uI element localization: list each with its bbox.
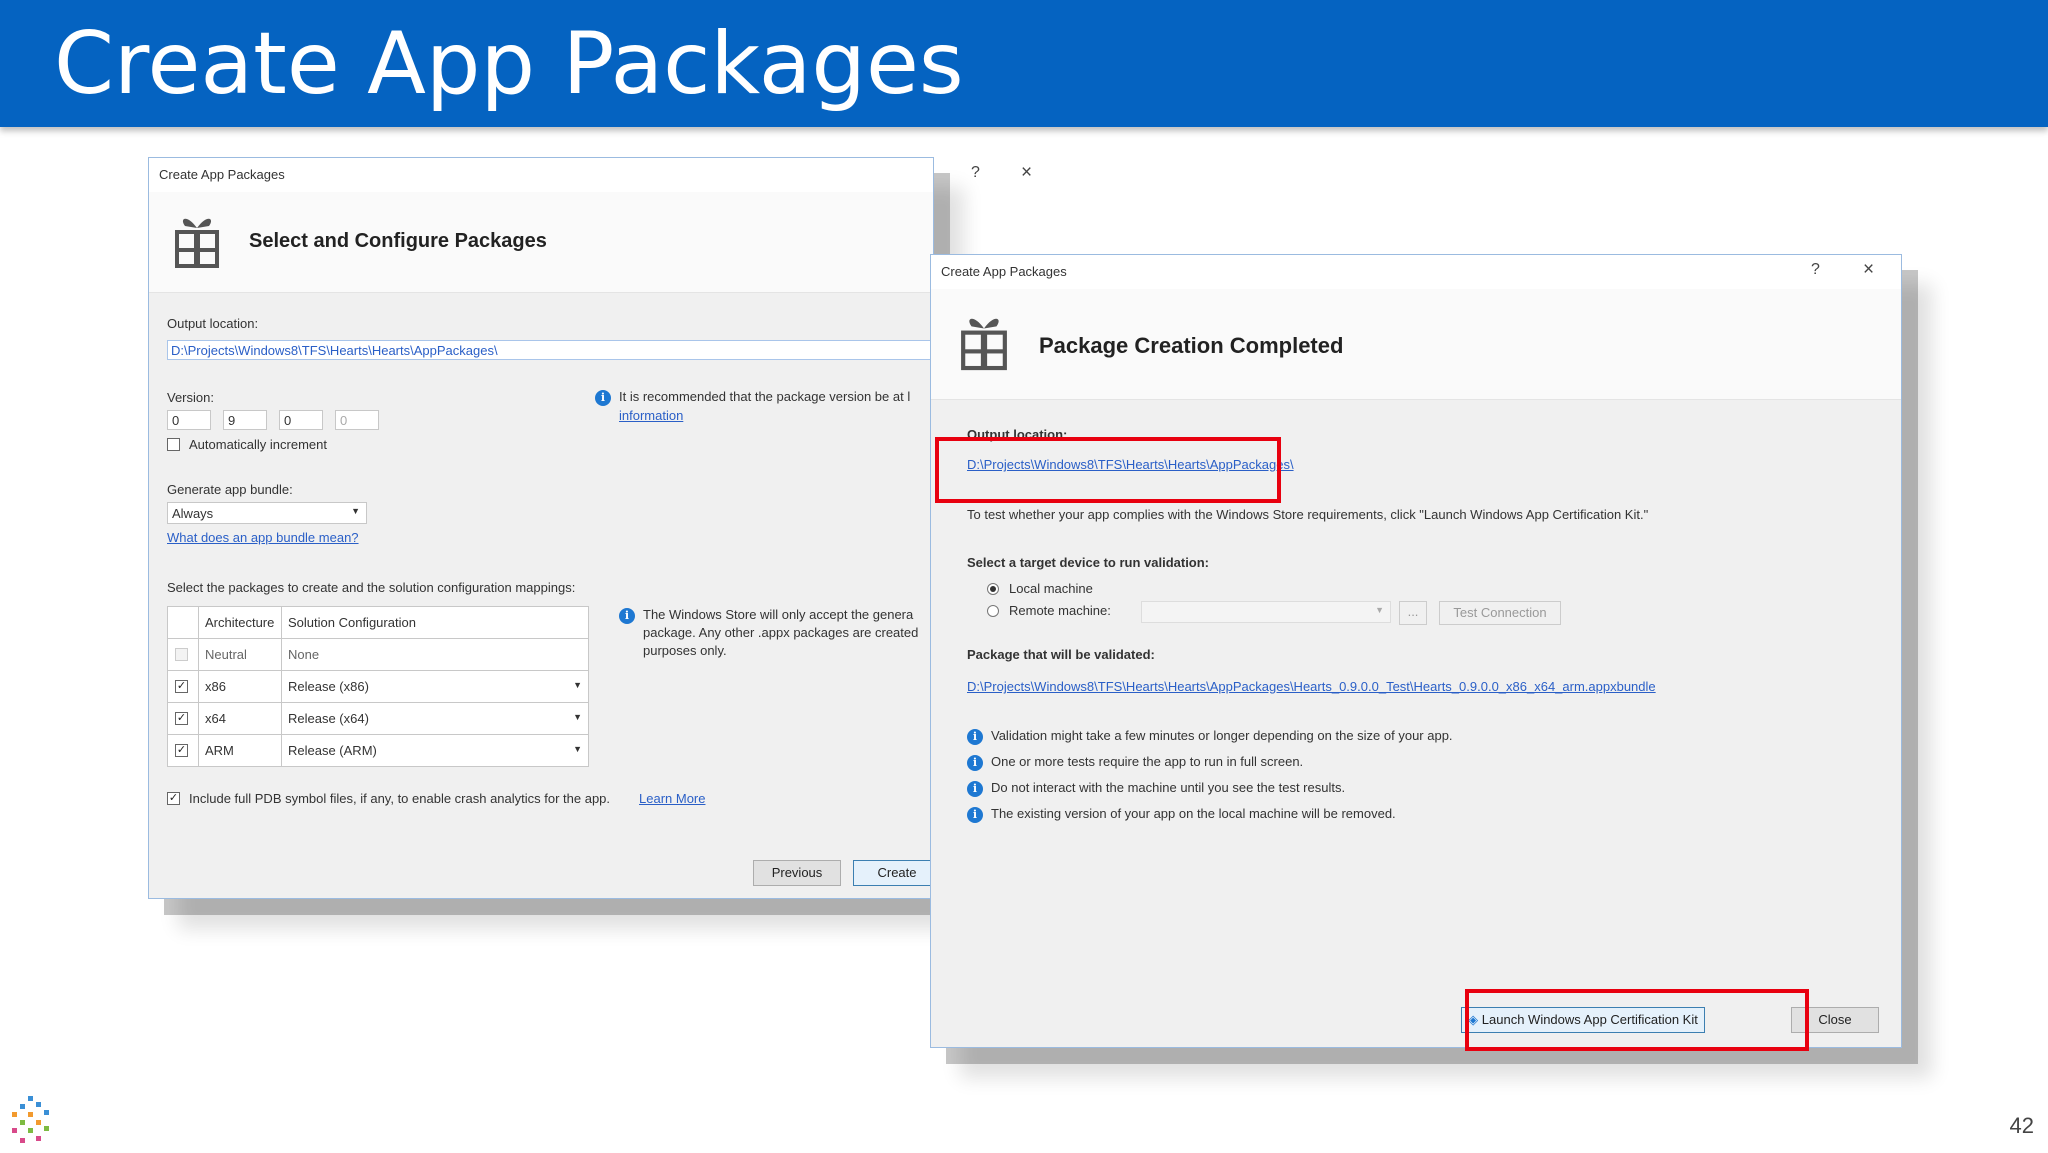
version-info-link[interactable]: information — [619, 408, 683, 423]
pdb-learn-more-link[interactable]: Learn More — [639, 791, 705, 806]
version-note: It is recommended that the package versi… — [619, 389, 911, 404]
version-revision-input[interactable]: 0 — [335, 410, 379, 430]
row-architecture: x64 — [198, 702, 282, 735]
packages-table: Architecture Solution Configuration Neut… — [167, 606, 589, 767]
chevron-down-icon: ▼ — [1375, 605, 1384, 615]
slide-title-bar: Create App Packages — [0, 0, 2048, 127]
create-button[interactable]: Create — [853, 860, 941, 886]
validation-note: One or more tests require the app to run… — [991, 754, 1304, 769]
chevron-down-icon: ▼ — [573, 744, 582, 754]
row-configuration-select[interactable]: Release (x86) ▼ — [281, 670, 589, 703]
version-build-input[interactable]: 0 — [279, 410, 323, 430]
package-gift-icon — [175, 218, 219, 268]
dialog-header: Select and Configure Packages — [149, 192, 933, 293]
table-row: Neutral None — [167, 638, 589, 671]
company-logo-icon — [12, 1096, 49, 1143]
row-configuration: Release (x86) — [288, 679, 369, 694]
table-row: ✓ ARM Release (ARM) ▼ — [167, 734, 589, 767]
info-icon: i — [967, 781, 983, 797]
target-device-label: Select a target device to run validation… — [967, 555, 1210, 570]
version-label: Version: — [167, 390, 214, 405]
info-icon: i — [967, 729, 983, 745]
dialog-heading: Select and Configure Packages — [249, 230, 547, 252]
row-configuration-select[interactable]: Release (ARM) ▼ — [281, 734, 589, 767]
bundle-select-value: Always — [172, 506, 214, 521]
close-icon[interactable]: × — [1021, 162, 1032, 184]
local-machine-label: Local machine — [1009, 581, 1093, 596]
version-minor-input[interactable]: 9 — [223, 410, 267, 430]
row-architecture: Neutral — [198, 638, 282, 671]
chevron-down-icon: ▼ — [573, 680, 582, 690]
slide-title: Create App Packages — [54, 14, 964, 114]
output-location-label: Output location: — [167, 316, 259, 331]
help-icon[interactable]: ? — [971, 164, 980, 182]
bundle-help-link[interactable]: What does an app bundle mean? — [167, 530, 359, 545]
dialog-caption-text: Create App Packages — [941, 264, 1067, 279]
output-location-input[interactable]: D:\Projects\Windows8\TFS\Hearts\Hearts\A… — [167, 340, 933, 360]
browse-button[interactable]: ... — [1399, 601, 1427, 625]
packages-label: Select the packages to create and the so… — [167, 580, 576, 595]
package-gift-icon — [961, 318, 1007, 371]
package-validated-link[interactable]: D:\Projects\Windows8\TFS\Hearts\Hearts\A… — [967, 679, 1656, 694]
store-note-line: purposes only. — [643, 643, 727, 658]
table-header-configuration: Solution Configuration — [281, 606, 589, 639]
store-note-line: The Windows Store will only accept the g… — [643, 607, 914, 622]
remote-machine-radio[interactable] — [987, 605, 999, 617]
dialog-heading: Package Creation Completed — [1039, 333, 1344, 358]
row-checkbox[interactable]: ✓ — [175, 680, 188, 693]
info-icon: i — [967, 755, 983, 771]
dialog-select-configure: Create App Packages ? × Select and Confi… — [148, 157, 1032, 899]
row-configuration-select[interactable]: Release (x64) ▼ — [281, 702, 589, 735]
close-icon[interactable]: × — [1863, 259, 1874, 281]
dialog-caption-text: Create App Packages — [159, 167, 285, 182]
remote-machine-select[interactable]: ▼ — [1141, 601, 1391, 623]
chevron-down-icon: ▼ — [573, 712, 582, 722]
row-architecture: x86 — [198, 670, 282, 703]
validation-note: The existing version of your app on the … — [991, 806, 1396, 821]
validation-note: Do not interact with the machine until y… — [991, 780, 1346, 795]
table-row: ✓ x86 Release (x86) ▼ — [167, 670, 589, 703]
test-instructions: To test whether your app complies with t… — [967, 507, 1649, 522]
row-configuration: Release (x64) — [288, 711, 369, 726]
output-location-highlight — [935, 437, 1281, 503]
auto-increment-checkbox[interactable] — [167, 438, 180, 451]
validation-note: Validation might take a few minutes or l… — [991, 728, 1453, 743]
info-icon: i — [967, 807, 983, 823]
dialog-package-completed: Create App Packages ? × Package Creation… — [930, 254, 1902, 1051]
info-icon: i — [619, 608, 635, 624]
bundle-label: Generate app bundle: — [167, 482, 293, 497]
dialog-header: Package Creation Completed — [931, 289, 1901, 400]
package-validated-label: Package that will be validated: — [967, 647, 1155, 662]
help-icon[interactable]: ? — [1811, 261, 1820, 279]
auto-increment-label: Automatically increment — [189, 437, 327, 452]
pdb-label: Include full PDB symbol files, if any, t… — [189, 791, 611, 806]
pdb-checkbox[interactable]: ✓ — [167, 792, 180, 805]
chevron-down-icon: ▼ — [351, 506, 360, 516]
store-note-line: package. Any other .appx packages are cr… — [643, 625, 919, 640]
info-icon: i — [595, 390, 611, 406]
bundle-select[interactable]: Always ▼ — [167, 502, 367, 524]
dialog-caption: Create App Packages ? × — [149, 158, 1032, 192]
remote-machine-label: Remote machine: — [1009, 603, 1111, 618]
table-row: ✓ x64 Release (x64) ▼ — [167, 702, 589, 735]
table-header-row: Architecture Solution Configuration — [167, 606, 589, 639]
local-machine-radio[interactable] — [987, 583, 999, 595]
row-architecture: ARM — [198, 734, 282, 767]
row-checkbox[interactable] — [175, 648, 188, 661]
row-checkbox[interactable]: ✓ — [175, 744, 188, 757]
row-configuration: None — [281, 638, 589, 671]
test-connection-button[interactable]: Test Connection — [1439, 601, 1561, 625]
version-major-input[interactable]: 0 — [167, 410, 211, 430]
row-configuration: Release (ARM) — [288, 743, 377, 758]
table-header-architecture: Architecture — [198, 606, 282, 639]
launch-button-highlight — [1465, 989, 1809, 1051]
row-checkbox[interactable]: ✓ — [175, 712, 188, 725]
slide-page-number: 42 — [2009, 1113, 2034, 1138]
previous-button[interactable]: Previous — [753, 860, 841, 886]
dialog-caption: Create App Packages ? × — [931, 255, 1901, 289]
